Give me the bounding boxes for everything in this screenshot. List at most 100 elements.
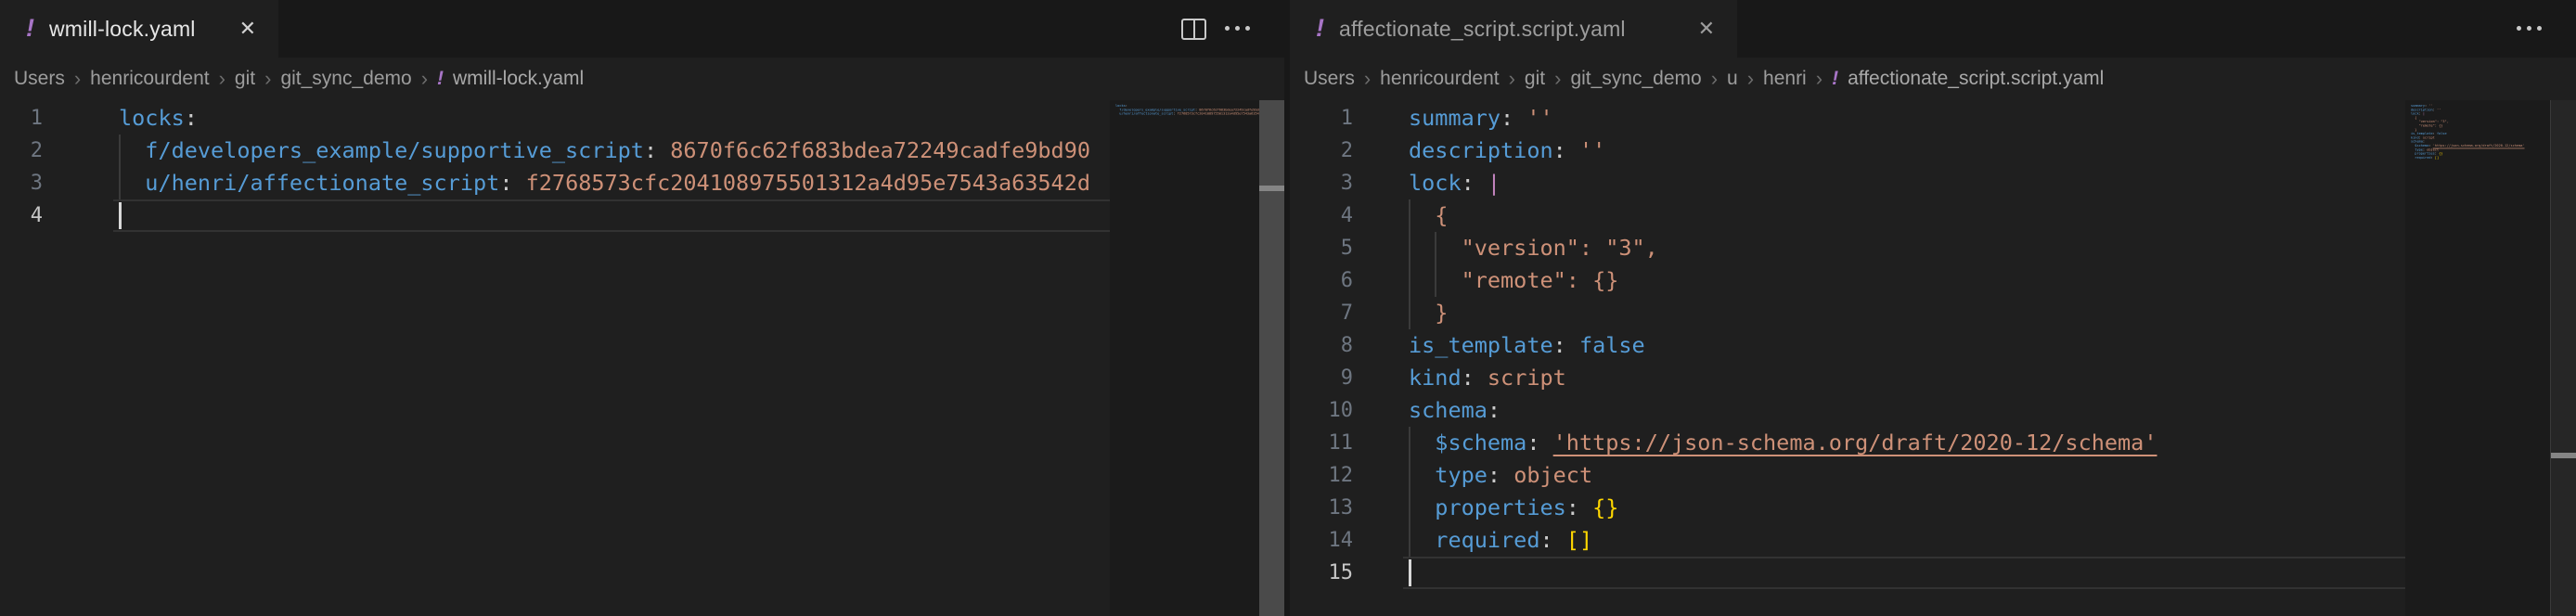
breadcrumb-item-git[interactable]: git xyxy=(1525,68,1545,90)
code-line-9[interactable]: 9 kind: script xyxy=(1290,362,2405,394)
code-line-15[interactable]: 15 xyxy=(1290,557,2405,589)
breadcrumb-item-git_sync_demo[interactable]: git_sync_demo xyxy=(280,68,411,90)
breadcrumb-item-henricourdent[interactable]: henricourdent xyxy=(90,68,209,90)
line-number[interactable]: 10 xyxy=(1290,394,1353,427)
code-line-6[interactable]: 6 "remote": {} xyxy=(1290,264,2405,297)
minimap[interactable]: locks: f/developers_example/supportive_s… xyxy=(1110,100,1259,616)
line-number[interactable]: 2 xyxy=(0,135,43,167)
tab-label: affectionate_script.script.yaml xyxy=(1339,17,1626,42)
code-line-3[interactable]: 3 u/henri/affectionate_script: f2768573c… xyxy=(0,167,1110,199)
breadcrumb-item-henricourdent[interactable]: henricourdent xyxy=(1380,68,1499,90)
line-number[interactable]: 3 xyxy=(0,167,43,199)
line-number[interactable]: 2 xyxy=(1290,135,1353,167)
split-editor-icon[interactable] xyxy=(1181,19,1206,40)
line-number[interactable]: 4 xyxy=(0,199,43,232)
yaml-file-icon: ! xyxy=(1832,68,1838,90)
vscode-editor-area: ! wmill-lock.yaml ✕ Users › henricourdent ›… xyxy=(0,0,2576,616)
line-number[interactable]: 14 xyxy=(1290,524,1353,557)
line-number[interactable]: 4 xyxy=(1290,199,1353,232)
editor-group-right: ! affectionate_script.script.yaml ✕ User… xyxy=(1290,0,2576,616)
code-line-2[interactable]: 2 f/developers_example/supportive_script… xyxy=(0,135,1110,167)
line-content: is_template: false xyxy=(1409,329,1645,362)
tab-bar-left: ! wmill-lock.yaml ✕ xyxy=(0,0,1284,58)
line-content: schema: xyxy=(1409,394,1501,427)
chevron-right-icon: › xyxy=(1747,67,1754,91)
breadcrumb-item-henri[interactable]: henri xyxy=(1763,68,1807,90)
line-number[interactable]: 8 xyxy=(1290,329,1353,362)
code-line-5[interactable]: 5 "version": "3", xyxy=(1290,232,2405,264)
line-content: summary: '' xyxy=(1409,102,1553,135)
code-line-2[interactable]: 2 description: '' xyxy=(1290,135,2405,167)
tab-label: wmill-lock.yaml xyxy=(49,17,196,42)
breadcrumb: Users › henricourdent › git › git_sync_demo ›! w… xyxy=(0,58,1284,100)
line-number[interactable]: 5 xyxy=(1290,232,1353,264)
breadcrumb-item-git_sync_demo[interactable]: git_sync_demo xyxy=(1570,68,1701,90)
code-editor[interactable]: 1locks:2 f/developers_example/supportive… xyxy=(0,100,1284,616)
line-content: "remote": {} xyxy=(1409,264,1618,297)
current-line-highlight xyxy=(113,199,1110,232)
code-line-7[interactable]: 7 } xyxy=(1290,297,2405,329)
line-content: u/henri/affectionate_script: f2768573cfc… xyxy=(119,167,1090,199)
code-editor[interactable]: 1 summary: '' 2 description: '' 3 lock: |4 {5… xyxy=(1290,100,2576,616)
line-number[interactable]: 7 xyxy=(1290,297,1353,329)
yaml-file-icon: ! xyxy=(437,68,444,90)
breadcrumb-item-git[interactable]: git xyxy=(235,68,255,90)
line-number[interactable]: 11 xyxy=(1290,427,1353,459)
code-line-14[interactable]: 14 required: [] xyxy=(1290,524,2405,557)
line-content: description: '' xyxy=(1409,135,1605,167)
code-line-3[interactable]: 3 lock: | xyxy=(1290,167,2405,199)
line-content: "version": "3", xyxy=(1409,232,1658,264)
code-line-4[interactable]: 4 { xyxy=(1290,199,2405,232)
code-line-11[interactable]: 11 $schema: 'https://json-schema.org/dra… xyxy=(1290,427,2405,459)
tab-affectionate-script-yaml[interactable]: ! affectionate_script.script.yaml ✕ xyxy=(1290,0,1737,58)
line-content: type: object xyxy=(1409,459,1592,492)
breadcrumb-item-Users[interactable]: Users xyxy=(14,68,65,90)
close-tab-icon[interactable]: ✕ xyxy=(239,19,256,39)
line-content: lock: | xyxy=(1409,167,1501,199)
breadcrumb-item-file[interactable]: wmill-lock.yaml xyxy=(453,68,584,90)
line-number[interactable]: 13 xyxy=(1290,492,1353,524)
vertical-scrollbar[interactable] xyxy=(1259,100,1284,616)
breadcrumb-item-file[interactable]: affectionate_script.script.yaml xyxy=(1848,68,2104,90)
code-line-13[interactable]: 13 properties: {} xyxy=(1290,492,2405,524)
line-number[interactable]: 6 xyxy=(1290,264,1353,297)
line-content: $schema: 'https://json-schema.org/draft/… xyxy=(1409,427,2157,459)
line-number[interactable]: 9 xyxy=(1290,362,1353,394)
tab-bar-right: ! affectionate_script.script.yaml ✕ xyxy=(1290,0,2576,58)
chevron-right-icon: › xyxy=(74,67,81,91)
chevron-right-icon: › xyxy=(219,67,225,91)
chevron-right-icon: › xyxy=(264,67,271,91)
tab-wmill-lock-yaml[interactable]: ! wmill-lock.yaml ✕ xyxy=(0,0,278,58)
line-content: locks: xyxy=(119,102,198,135)
code-line-1[interactable]: 1 summary: '' xyxy=(1290,102,2405,135)
chevron-right-icon: › xyxy=(1554,67,1561,91)
line-content: kind: script xyxy=(1409,362,1566,394)
breadcrumb-item-Users[interactable]: Users xyxy=(1304,68,1355,90)
chevron-right-icon: › xyxy=(1364,67,1371,91)
vertical-scrollbar[interactable] xyxy=(2550,100,2576,616)
code-lines: 1locks:2 f/developers_example/supportive… xyxy=(0,102,1110,616)
code-line-10[interactable]: 10 schema: xyxy=(1290,394,2405,427)
line-content: f/developers_example/supportive_script: … xyxy=(119,135,1090,167)
breadcrumb: Users›henricourdent›git›git_sync_demo›u›… xyxy=(1290,58,2576,100)
line-number[interactable]: 1 xyxy=(1290,102,1353,135)
overview-cursor-marker xyxy=(1259,186,1284,191)
line-number[interactable]: 12 xyxy=(1290,459,1353,492)
line-content: properties: {} xyxy=(1409,492,1618,524)
line-number[interactable]: 3 xyxy=(1290,167,1353,199)
code-line-8[interactable]: 8 is_template: false xyxy=(1290,329,2405,362)
code-line-1[interactable]: 1 locks: xyxy=(0,102,1110,135)
line-number[interactable]: 1 xyxy=(0,102,43,135)
code-line-4[interactable]: 4 xyxy=(0,199,1110,232)
more-actions-icon[interactable] xyxy=(1225,25,1253,32)
breadcrumb-item-u[interactable]: u xyxy=(1727,68,1738,90)
line-number[interactable]: 15 xyxy=(1290,557,1353,589)
close-tab-icon[interactable]: ✕ xyxy=(1698,19,1715,39)
yaml-file-icon: ! xyxy=(26,14,34,43)
chevron-right-icon: › xyxy=(421,67,428,91)
minimap[interactable]: summary: ''description: ''lock: | { "ver… xyxy=(2405,100,2550,616)
code-line-12[interactable]: 12 type: object xyxy=(1290,459,2405,492)
text-cursor xyxy=(1409,559,1411,586)
current-line-highlight xyxy=(1403,557,2405,589)
more-actions-icon[interactable] xyxy=(2517,25,2544,32)
